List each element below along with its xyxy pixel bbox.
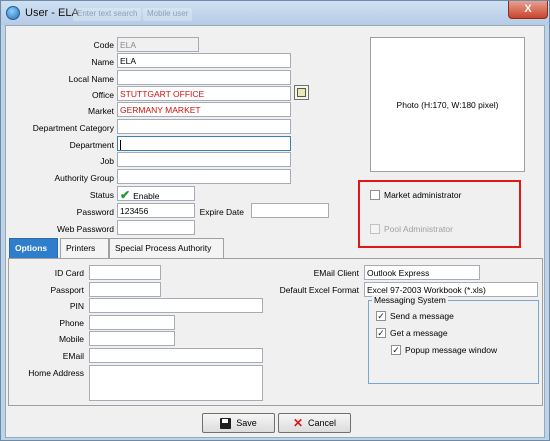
web-password-label: Web Password [56, 224, 114, 234]
department-field[interactable] [117, 136, 291, 151]
passport-label: Passport [50, 285, 84, 295]
email-label: EMail [62, 351, 84, 361]
text-caret [120, 139, 121, 150]
green-check-icon: ✔ [120, 188, 131, 201]
pool-admin-checkbox[interactable] [370, 224, 380, 234]
expire-date-field[interactable] [251, 203, 329, 218]
department-category-label: Department Category [32, 123, 114, 133]
messaging-system-title: Messaging System [372, 295, 448, 305]
save-button[interactable]: Save [202, 413, 275, 433]
pin-label: PIN [69, 301, 84, 311]
dialog-body: Code ELA Name ELA Local Name Office STUT… [5, 25, 545, 438]
window-title: User - ELA [25, 7, 79, 19]
cancel-button[interactable]: ✕ Cancel [278, 413, 351, 433]
popup-window-checkbox[interactable]: ✓ [391, 345, 401, 355]
market-label: Market [88, 106, 114, 116]
home-address-field[interactable] [89, 365, 263, 401]
get-message-label: Get a message [390, 328, 448, 338]
authority-group-field[interactable] [117, 169, 291, 184]
department-category-field[interactable] [117, 119, 291, 134]
office-field[interactable]: STUTTGART OFFICE [117, 86, 291, 101]
cancel-icon: ✕ [292, 415, 304, 430]
photo-box[interactable]: Photo (H:170, W:180 pixel) [370, 37, 525, 172]
name-label: Name [91, 57, 114, 67]
user-window: User - ELA Enter text search Mobile user… [0, 0, 550, 441]
code-field[interactable]: ELA [117, 37, 199, 52]
local-name-label: Local Name [68, 74, 114, 84]
close-button[interactable]: X [508, 1, 548, 19]
tab-special-process-authority[interactable]: Special Process Authority [109, 238, 224, 258]
cancel-label: Cancel [308, 418, 337, 428]
job-label: Job [100, 156, 114, 166]
status-field[interactable]: ✔ Enable [117, 186, 195, 201]
popup-window-label: Popup message window [405, 345, 498, 355]
department-label: Department [69, 140, 114, 150]
save-label: Save [236, 418, 257, 428]
email-client-field[interactable]: Outlook Express [364, 265, 480, 280]
id-card-label: ID Card [54, 268, 84, 278]
id-card-field[interactable] [89, 265, 161, 280]
pin-field[interactable] [89, 298, 263, 313]
title-bar[interactable]: User - ELA Enter text search Mobile user… [1, 1, 549, 25]
phone-field[interactable] [89, 315, 175, 330]
password-field[interactable]: 123456 [117, 203, 195, 218]
local-name-field[interactable] [117, 70, 291, 85]
pool-admin-label: Pool Administrator [384, 224, 453, 234]
status-value: Enable [133, 191, 160, 201]
tab-printers[interactable]: Printers [60, 238, 109, 258]
mobile-label: Mobile [58, 334, 84, 344]
mobile-field[interactable] [89, 331, 175, 346]
expire-date-label: Expire Date [199, 207, 244, 217]
status-label: Status [89, 190, 114, 200]
messaging-system-group: Messaging System ✓ Send a message ✓ Get … [368, 295, 539, 384]
password-label: Password [76, 207, 114, 217]
office-label: Office [91, 90, 114, 100]
job-field[interactable] [117, 152, 291, 167]
tab-options[interactable]: Options [9, 238, 58, 258]
photo-placeholder: Photo (H:170, W:180 pixel) [396, 99, 499, 110]
name-field[interactable]: ELA [117, 53, 291, 68]
email-field[interactable] [89, 348, 263, 363]
get-message-checkbox[interactable]: ✓ [376, 328, 386, 338]
web-password-field[interactable] [117, 220, 195, 235]
market-admin-checkbox[interactable] [370, 190, 380, 200]
market-admin-label: Market administrator [384, 190, 462, 200]
default-excel-format-label: Default Excel Format [279, 285, 359, 295]
send-message-checkbox[interactable]: ✓ [376, 311, 386, 321]
authority-group-label: Authority Group [54, 173, 114, 183]
save-icon [220, 417, 232, 429]
market-field[interactable]: GERMANY MARKET [117, 102, 291, 117]
app-icon [6, 6, 20, 20]
ghost-tab-mobile: Mobile user [143, 8, 193, 21]
phone-label: Phone [59, 318, 84, 328]
email-client-label: EMail Client [313, 268, 359, 278]
lookup-icon [297, 88, 306, 97]
office-browse-button[interactable] [294, 85, 309, 100]
home-address-label: Home Address [28, 368, 84, 378]
send-message-label: Send a message [390, 311, 454, 321]
code-label: Code [93, 40, 114, 50]
ghost-tab-search: Enter text search [73, 8, 142, 21]
passport-field[interactable] [89, 282, 161, 297]
